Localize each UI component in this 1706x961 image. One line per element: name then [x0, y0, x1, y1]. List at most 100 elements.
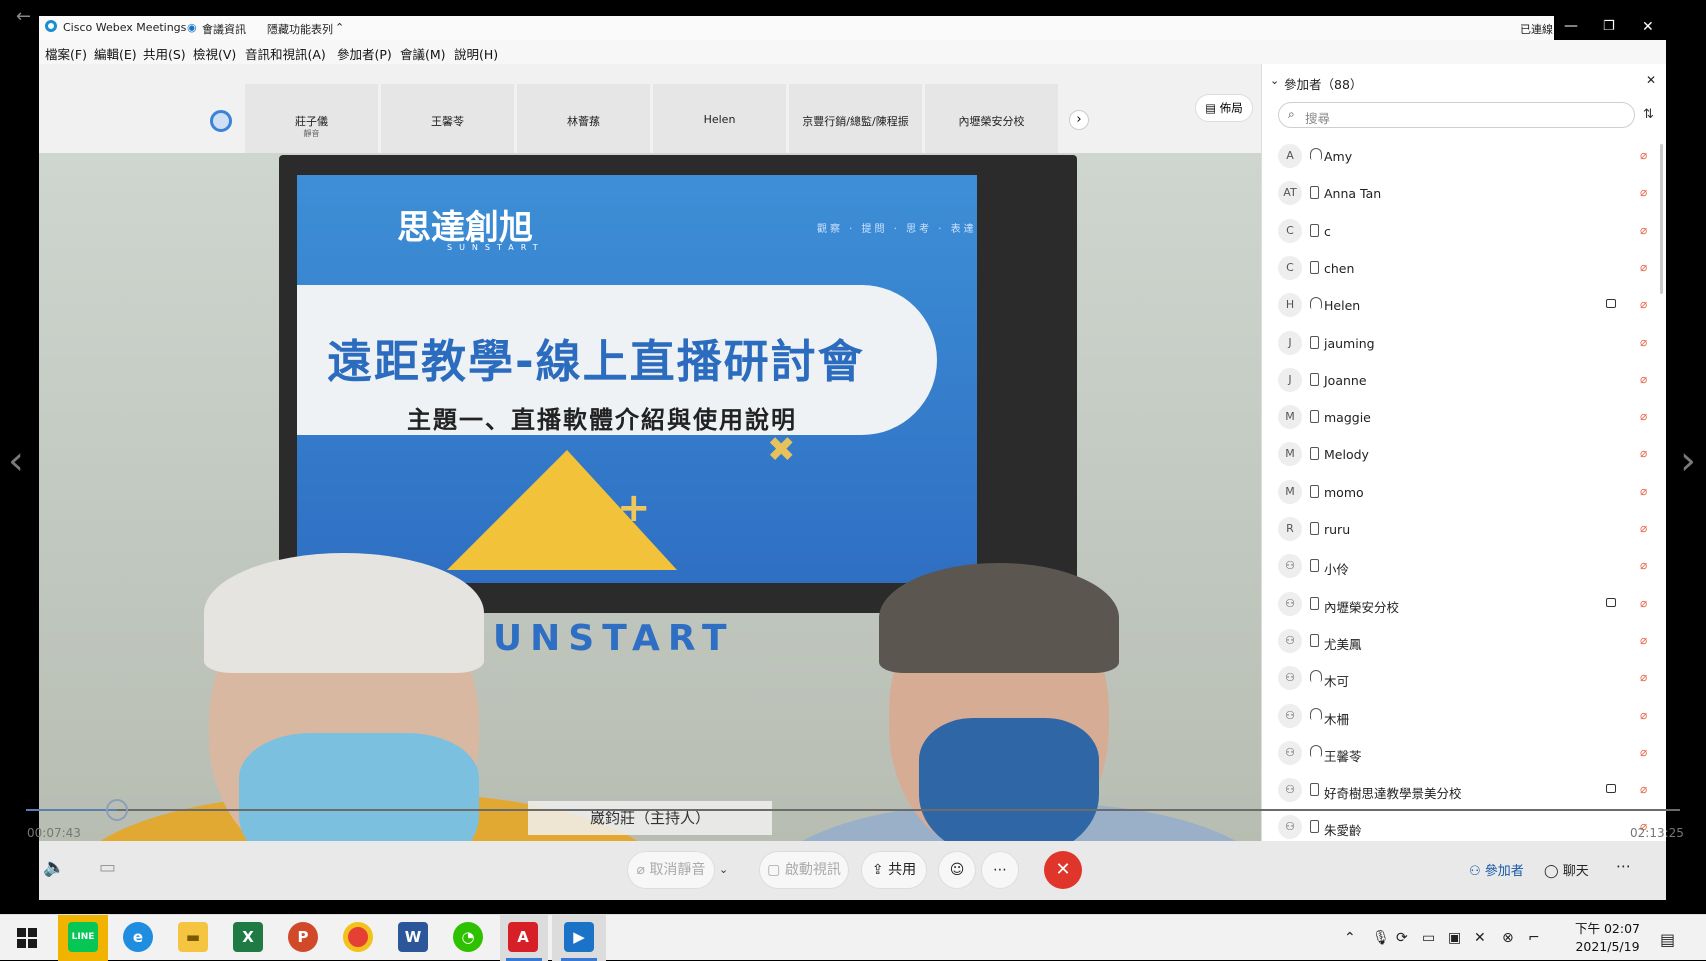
participant-tile[interactable]: 內壢榮安分校 [925, 84, 1058, 158]
menu-participants[interactable]: 參加者(P) [337, 44, 392, 63]
network-icon[interactable]: ▣ [1448, 930, 1461, 946]
close-panel-icon[interactable]: ✕ [1646, 73, 1656, 87]
speaker-muted-icon[interactable]: ✕ [1474, 930, 1486, 946]
panel-scrollbar[interactable] [1660, 144, 1663, 294]
chevron-right-icon[interactable]: › [1069, 110, 1089, 130]
playback-scrubber[interactable] [105, 799, 128, 821]
participant-row[interactable]: Rruru ⌀ [1262, 511, 1662, 548]
more-icon[interactable]: ⋯ [1616, 857, 1631, 875]
tray-chevron-up-icon[interactable]: ⌃ [1344, 930, 1356, 946]
participant-row[interactable]: AT Anna Tan ⌀ [1262, 175, 1662, 212]
mic-muted-icon[interactable]: ⌀ [1640, 596, 1647, 610]
mic-muted-icon[interactable]: ⌀ [1640, 148, 1647, 162]
mic-muted-icon[interactable]: ⌀ [1640, 484, 1647, 498]
menu-meeting[interactable]: 會議(M) [400, 44, 446, 63]
menu-audio-video[interactable]: 音訊和視訊(A) [245, 44, 326, 63]
windows-start-icon[interactable] [17, 928, 37, 948]
mic-muted-icon[interactable]: ⌀ [1640, 335, 1647, 349]
participant-row[interactable]: ⚇ 朱愛齡 ⌀ [1262, 809, 1662, 841]
menu-help[interactable]: 說明(H) [454, 44, 498, 63]
acrobat-app-icon[interactable]: A [508, 922, 538, 952]
hide-menu-toggle[interactable]: 隱藏功能表列 [267, 21, 333, 37]
participants-tab-button[interactable]: ⚇ 參加者 [1469, 860, 1524, 879]
mic-muted-icon[interactable]: ⌀ [1640, 670, 1647, 684]
participant-row[interactable]: ⚇ 木柵 ⌀ [1262, 698, 1662, 735]
input-method-icon[interactable]: ⌐ [1528, 930, 1540, 946]
participant-row[interactable]: ⚇ 好奇樹思達教學景美分校 ⌀ [1262, 772, 1662, 809]
status-icon[interactable]: ⊗ [1502, 930, 1514, 946]
powerpoint-app-icon[interactable]: P [288, 922, 318, 952]
participant-tile[interactable]: 林薈蓀 [517, 84, 650, 158]
participant-row[interactable]: A Amy ⌀ [1262, 138, 1662, 175]
captions-icon[interactable]: ▭ [99, 857, 116, 878]
excel-app-icon[interactable]: X [233, 922, 263, 952]
mic-muted-icon[interactable]: ⌀ [1640, 633, 1647, 647]
battery-icon[interactable]: ▭ [1422, 930, 1435, 946]
edge-app-icon[interactable]: e [123, 922, 153, 952]
participant-row[interactable]: Jjauming ⌀ [1262, 325, 1662, 362]
participant-tile[interactable]: 王馨苓 [381, 84, 514, 158]
participant-search[interactable]: ⌕ 搜尋 [1278, 102, 1635, 128]
mic-muted-icon[interactable]: ⌀ [1640, 745, 1647, 759]
playback-track[interactable] [26, 809, 1680, 811]
menu-view[interactable]: 檢視(V) [193, 44, 236, 63]
close-window-icon[interactable]: ✕ [1642, 19, 1654, 35]
mic-muted-icon[interactable]: ⌀ [1640, 446, 1647, 460]
microphone-icon[interactable]: 🎙 [1372, 930, 1390, 946]
more-options-button[interactable]: ⋯ [981, 851, 1019, 889]
reactions-button[interactable]: ☺ [938, 851, 976, 889]
participant-tile[interactable]: 莊子儀 靜音 [245, 84, 378, 158]
participant-row[interactable]: Cc ⌀ [1262, 213, 1662, 250]
word-app-icon[interactable]: W [398, 922, 428, 952]
end-meeting-button[interactable]: ✕ [1044, 851, 1082, 889]
next-arrow-icon[interactable]: › [1680, 438, 1696, 484]
participant-row[interactable]: M Melody ⌀ [1262, 436, 1662, 473]
file-explorer-icon[interactable]: ▬ [178, 922, 208, 952]
mic-muted-icon[interactable]: ⌀ [1640, 409, 1647, 423]
unmute-button[interactable]: ⌀ 取消靜音 [627, 851, 715, 889]
chrome-app-icon[interactable] [343, 922, 373, 952]
participant-row[interactable]: ⚇ 木可 ⌀ [1262, 660, 1662, 697]
share-button[interactable]: ⇪ 共用 [861, 851, 927, 889]
mic-muted-icon[interactable]: ⌀ [1640, 223, 1647, 237]
mic-muted-icon[interactable]: ⌀ [1640, 782, 1647, 796]
chevron-down-icon[interactable]: ⌄ [1270, 74, 1279, 87]
participant-row[interactable]: ⚇ 尤美鳳 ⌀ [1262, 623, 1662, 660]
notification-center-icon[interactable]: ▤ [1660, 930, 1675, 949]
mic-muted-icon[interactable]: ⌀ [1640, 521, 1647, 535]
participant-row[interactable]: ⚇ 小伶 ⌀ [1262, 548, 1662, 585]
chat-tab-button[interactable]: ◯ 聊天 [1544, 860, 1589, 879]
line-app-icon[interactable]: LINE [68, 922, 98, 952]
tray-app-icon[interactable]: ⟳ [1396, 930, 1408, 946]
layout-button[interactable]: ▤ 佈局 [1195, 94, 1253, 122]
mic-muted-icon[interactable]: ⌀ [1640, 185, 1647, 199]
meeting-info-tab[interactable]: 會議資訊 [202, 21, 246, 37]
menu-share[interactable]: 共用(S) [143, 44, 186, 63]
chevron-down-icon[interactable]: ⌄ [719, 863, 728, 876]
participant-row[interactable]: J Joanne ⌀ [1262, 362, 1662, 399]
participant-row[interactable]: ⚇ 王馨苓 ⌀ [1262, 735, 1662, 772]
chevron-up-icon[interactable]: ⌃ [335, 21, 344, 34]
menu-edit[interactable]: 編輯(E) [94, 44, 137, 63]
previous-arrow-icon[interactable]: ‹ [8, 438, 24, 484]
mic-muted-icon[interactable]: ⌀ [1640, 260, 1647, 274]
wechat-app-icon[interactable]: ◔ [453, 922, 483, 952]
volume-icon[interactable]: 🔈 [43, 857, 65, 878]
participant-row[interactable]: ⚇ 內壢榮安分校 ⌀ [1262, 586, 1662, 623]
minimize-icon[interactable]: — [1564, 18, 1578, 34]
participant-row[interactable]: Cchen ⌀ [1262, 250, 1662, 287]
webex-player-app-icon[interactable]: ▶ [564, 922, 594, 952]
mic-muted-icon[interactable]: ⌀ [1640, 708, 1647, 722]
mic-muted-icon[interactable]: ⌀ [1640, 558, 1647, 572]
participant-row[interactable]: Mmaggie ⌀ [1262, 399, 1662, 436]
participant-row[interactable]: Mmomo ⌀ [1262, 474, 1662, 511]
restore-icon[interactable]: ❐ [1603, 19, 1615, 34]
menu-file[interactable]: 檔案(F) [45, 44, 87, 63]
start-video-button[interactable]: ▢ 啟動視訊 [759, 851, 849, 889]
participant-row[interactable]: H Helen ⌀ [1262, 287, 1662, 324]
participant-tile[interactable]: Helen [653, 84, 786, 158]
mic-muted-icon[interactable]: ⌀ [1640, 297, 1647, 311]
back-arrow-icon[interactable]: ← [16, 6, 31, 27]
taskbar-clock[interactable]: 下午 02:07 2021/5/19 [1560, 920, 1655, 956]
sort-icon[interactable]: ⇅ [1643, 107, 1654, 122]
